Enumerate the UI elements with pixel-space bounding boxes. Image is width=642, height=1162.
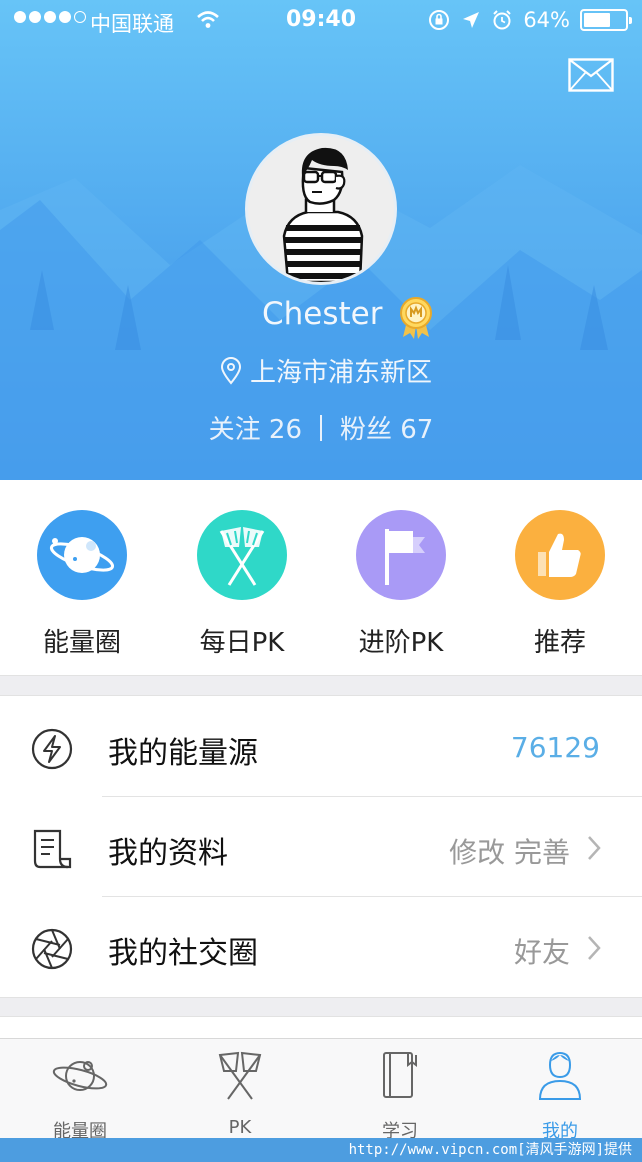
tab-bar: 能量圈 PK 学习 我的	[0, 1038, 642, 1142]
document-icon	[33, 829, 72, 869]
quick-action-label: 每日PK	[199, 628, 285, 658]
flag-icon	[356, 510, 446, 600]
crossed-flags-icon	[218, 1051, 262, 1100]
followers-count[interactable]: 粉丝 67	[340, 409, 433, 446]
chevron-right-icon	[588, 836, 601, 860]
alarm-icon	[493, 10, 512, 30]
quick-actions: 能量圈 每日PK 进阶PK 推荐	[0, 480, 642, 676]
battery-icon	[580, 9, 632, 31]
lightning-icon	[31, 728, 73, 770]
menu-item-label: 我的资料	[108, 836, 228, 871]
menu-item-profile-info[interactable]: 我的资料 修改 完善	[0, 797, 642, 897]
location-arrow-icon	[463, 12, 480, 28]
follow-stats: 关注 26 粉丝 67	[0, 409, 642, 446]
menu-item-label: 我的能量源	[108, 736, 258, 771]
quick-action-recommend[interactable]: 推荐	[495, 510, 625, 659]
menu-item-value: 修改 完善	[449, 836, 570, 869]
energy-value: 76129	[510, 731, 600, 764]
location-pin-icon	[220, 356, 241, 385]
planet-icon	[37, 510, 127, 600]
chevron-right-icon	[588, 936, 601, 960]
section-separator	[0, 997, 642, 1017]
menu-item-social-circle[interactable]: 我的社交圈 好友	[0, 897, 642, 997]
menu-item-label: 我的社交圈	[108, 936, 258, 971]
quick-action-label: 能量圈	[42, 628, 121, 658]
rotation-lock-icon	[429, 10, 450, 30]
location-label: 上海市浦东新区	[249, 358, 432, 388]
person-icon	[538, 1051, 582, 1100]
tab-pk[interactable]: PK	[180, 1051, 300, 1138]
quick-action-advanced-pk[interactable]: 进阶PK	[336, 510, 466, 659]
following-count[interactable]: 关注 26	[209, 409, 302, 446]
menu-item-energy-source[interactable]: 我的能量源 76129	[0, 697, 642, 797]
watermark-text: http://www.vipcn.com[清风手游网]提供	[0, 1138, 642, 1162]
aperture-icon	[31, 928, 73, 970]
quick-action-label: 进阶PK	[358, 628, 444, 658]
crossed-flags-icon	[197, 510, 287, 600]
quick-action-energy-circle[interactable]: 能量圈	[17, 510, 147, 659]
quick-action-daily-pk[interactable]: 每日PK	[177, 510, 307, 659]
stats-divider	[320, 414, 322, 441]
mail-icon[interactable]	[568, 58, 614, 92]
tab-energy-circle[interactable]: 能量圈	[20, 1051, 140, 1143]
status-bar: 中国联通 09:40 64%	[0, 0, 642, 42]
username: Chester	[262, 296, 383, 332]
menu-list: 我的能量源 76129 我的资料 修改 完善 我的社交圈 好友	[0, 697, 642, 997]
tab-mine[interactable]: 我的	[500, 1051, 620, 1143]
medal-icon	[400, 297, 432, 339]
planet-icon	[52, 1061, 108, 1091]
tab-study[interactable]: 学习	[340, 1051, 460, 1143]
notebook-icon	[383, 1052, 417, 1098]
tab-label: PK	[228, 1117, 252, 1138]
avatar-illustration	[248, 136, 394, 282]
quick-action-label: 推荐	[533, 628, 586, 658]
section-separator	[0, 676, 642, 696]
battery-percent: 64%	[523, 8, 570, 32]
avatar[interactable]	[245, 133, 397, 285]
menu-item-value: 好友	[513, 936, 570, 969]
location-row: 上海市浦东新区	[0, 352, 642, 389]
thumbs-up-icon	[515, 510, 605, 600]
profile-header: 中国联通 09:40 64% Chester 上海市浦东新区 关注 26 粉丝 …	[0, 0, 642, 480]
